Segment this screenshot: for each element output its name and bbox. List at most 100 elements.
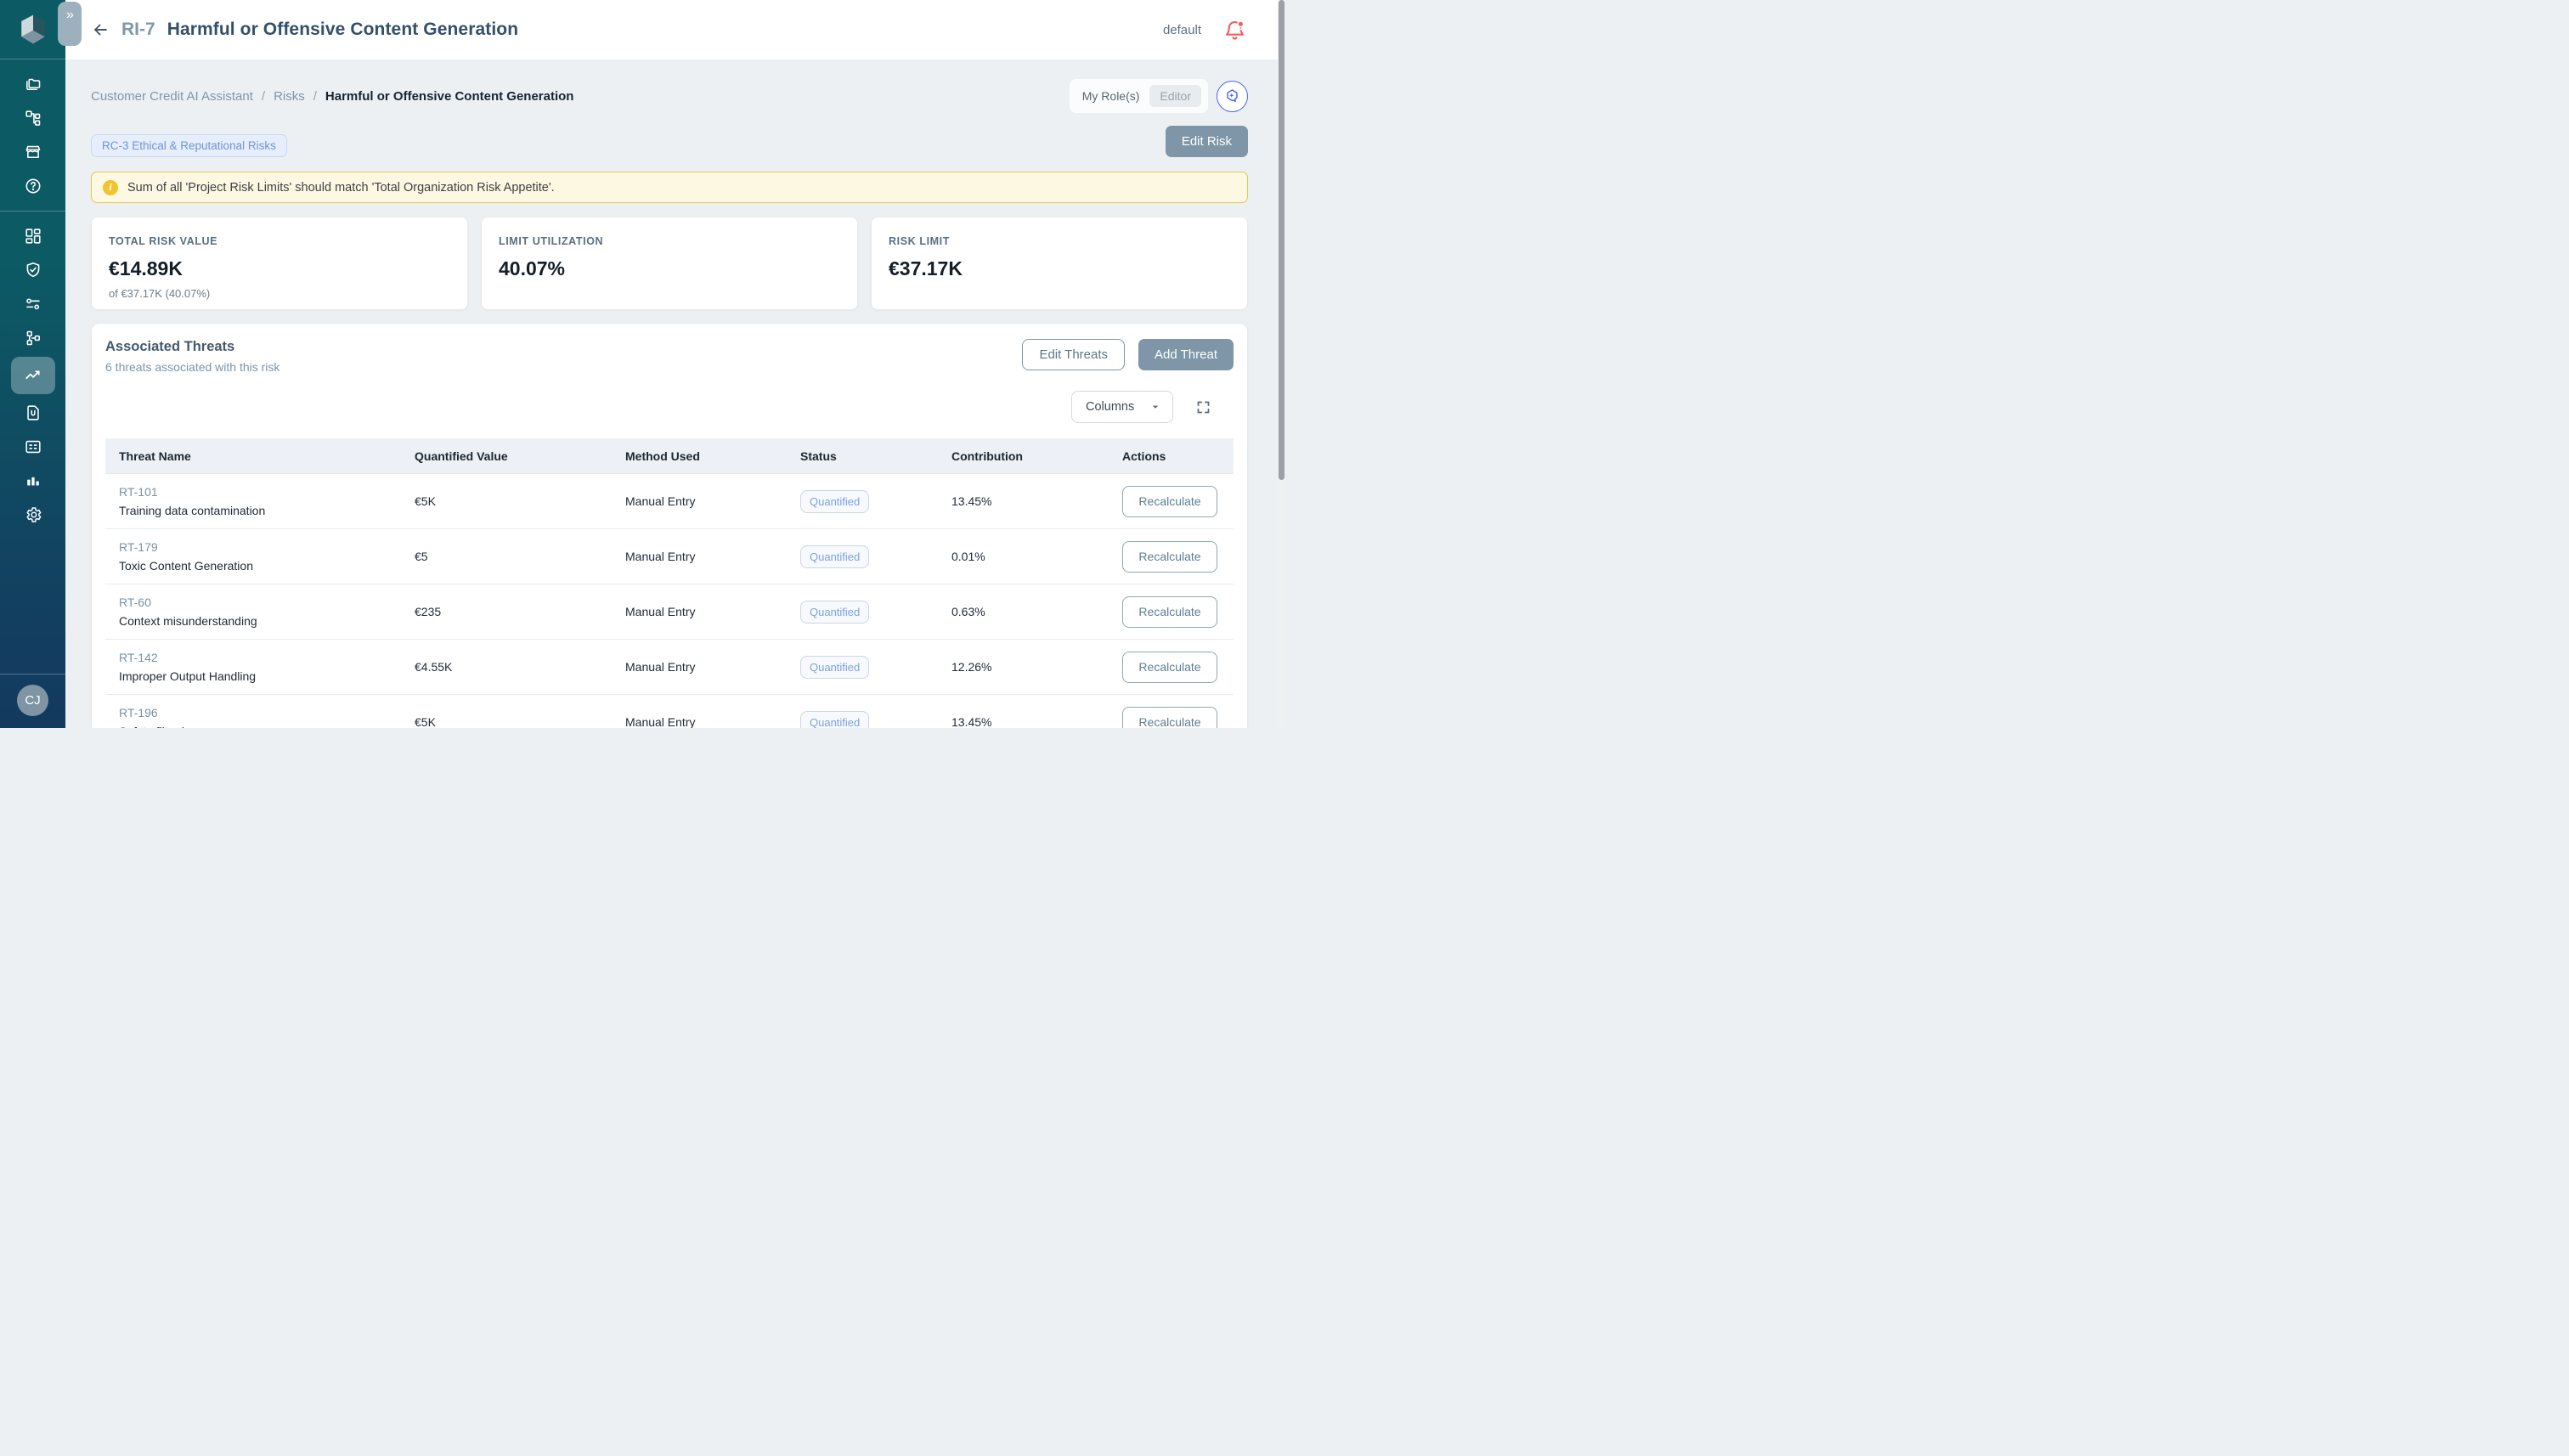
stat-subtext: of €37.17K (40.07%): [109, 287, 450, 300]
actions-cell: Recalculate: [1122, 707, 1234, 729]
sidebar-expand-button[interactable]: »: [58, 2, 82, 46]
threat-name-cell: RT-142 Improper Output Handling: [119, 648, 415, 686]
help-icon[interactable]: [12, 169, 54, 203]
storefront-icon[interactable]: [12, 135, 54, 169]
threat-name-cell: RT-196 Safety filter bypass: [119, 703, 415, 728]
threat-name: Training data contamination: [119, 501, 415, 520]
chevron-down-icon: [1150, 402, 1160, 412]
sliders-icon[interactable]: [12, 287, 54, 321]
actions-cell: Recalculate: [1122, 596, 1234, 628]
edit-risk-button[interactable]: Edit Risk: [1166, 126, 1248, 157]
threats-section-subtitle: 6 threats associated with this risk: [105, 360, 279, 374]
workflow-icon[interactable]: [12, 321, 54, 355]
my-roles-label: My Role(s): [1082, 89, 1140, 103]
threat-id-link[interactable]: RT-179: [119, 538, 415, 556]
threat-id-link[interactable]: RT-101: [119, 483, 415, 501]
stat-value: 40.07%: [499, 257, 840, 280]
threat-name: Improper Output Handling: [119, 667, 415, 686]
add-threat-button[interactable]: Add Threat: [1138, 339, 1234, 370]
threats-section-title: Associated Threats: [105, 339, 279, 355]
scrollbar-thumb[interactable]: [1279, 0, 1284, 480]
status-cell: Quantified: [800, 711, 951, 729]
avatar[interactable]: CJ: [17, 685, 48, 716]
status-cell: Quantified: [800, 601, 951, 624]
main-content: Customer Credit AI Assistant / Risks / H…: [65, 59, 1284, 728]
sidebar-group-top: [0, 59, 65, 211]
recalculate-button[interactable]: Recalculate: [1122, 652, 1217, 683]
contribution-cell: 12.26%: [951, 660, 1122, 674]
info-icon: i: [103, 180, 118, 195]
stat-label: RISK LIMIT: [889, 235, 1230, 247]
page-scrollbar[interactable]: [1278, 0, 1284, 728]
my-roles-pill: My Role(s) Editor: [1070, 79, 1208, 113]
columns-dropdown-label: Columns: [1086, 400, 1134, 414]
app-logo[interactable]: [0, 0, 65, 59]
org-chart-icon[interactable]: [12, 101, 54, 135]
bar-chart-icon[interactable]: [12, 464, 54, 498]
status-cell: Quantified: [800, 656, 951, 679]
settings-icon[interactable]: [12, 498, 54, 532]
arrow-left-icon: [91, 20, 110, 39]
stat-card-risk-limit: RISK LIMIT €37.17K: [871, 217, 1248, 310]
contribution-cell: 13.45%: [951, 715, 1122, 728]
threat-name-cell: RT-101 Training data contamination: [119, 483, 415, 520]
method-used-cell: Manual Entry: [625, 550, 800, 563]
table-row: RT-101 Training data contamination €5K M…: [105, 474, 1234, 529]
recalculate-button[interactable]: Recalculate: [1122, 541, 1217, 573]
role-badge: Editor: [1149, 85, 1201, 107]
contribution-cell: 0.01%: [951, 550, 1122, 563]
quantified-value-cell: €5K: [415, 494, 625, 508]
stat-value: €37.17K: [889, 257, 1230, 280]
stat-card-limit-utilization: LIMIT UTILIZATION 40.07%: [481, 217, 858, 310]
risk-category-tag[interactable]: RC-3 Ethical & Reputational Risks: [91, 134, 287, 157]
threat-name: Context misunderstanding: [119, 612, 415, 630]
threats-table-header: Threat Name Quantified Value Method Used…: [105, 438, 1234, 474]
columns-dropdown[interactable]: Columns: [1071, 391, 1173, 423]
table-icon[interactable]: [12, 430, 54, 464]
fullscreen-button[interactable]: [1196, 400, 1211, 415]
status-badge: Quantified: [800, 545, 869, 568]
actions-cell: Recalculate: [1122, 652, 1234, 683]
threat-id-link[interactable]: RT-142: [119, 648, 415, 667]
threat-id-link[interactable]: RT-60: [119, 593, 415, 612]
threat-id-link[interactable]: RT-196: [119, 703, 415, 722]
table-row: RT-179 Toxic Content Generation €5 Manua…: [105, 529, 1234, 584]
threats-table-body: RT-101 Training data contamination €5K M…: [105, 474, 1234, 728]
ai-assistant-button[interactable]: [1217, 81, 1248, 112]
workspace-selector[interactable]: default: [1163, 23, 1201, 37]
recalculate-button[interactable]: Recalculate: [1122, 707, 1217, 729]
table-row: RT-60 Context misunderstanding €235 Manu…: [105, 584, 1234, 640]
breadcrumb-separator: /: [313, 89, 317, 104]
shield-check-icon[interactable]: [12, 253, 54, 287]
method-used-cell: Manual Entry: [625, 660, 800, 674]
notifications-button[interactable]: [1223, 19, 1246, 42]
stat-value: €14.89K: [109, 257, 450, 280]
column-header-threat-name: Threat Name: [119, 449, 415, 463]
breadcrumb-project[interactable]: Customer Credit AI Assistant: [91, 89, 253, 104]
trending-up-icon[interactable]: [11, 357, 55, 394]
status-badge: Quantified: [800, 490, 869, 513]
recalculate-button[interactable]: Recalculate: [1122, 486, 1217, 517]
cube-logo-icon: [14, 11, 52, 48]
threat-name-cell: RT-60 Context misunderstanding: [119, 593, 415, 630]
edit-threats-button[interactable]: Edit Threats: [1022, 339, 1125, 370]
contribution-cell: 0.63%: [951, 605, 1122, 618]
status-cell: Quantified: [800, 545, 951, 568]
breadcrumb-risks[interactable]: Risks: [274, 89, 305, 104]
method-used-cell: Manual Entry: [625, 605, 800, 618]
sidebar: CJ: [0, 0, 65, 728]
quantified-value-cell: €235: [415, 605, 625, 618]
status-badge: Quantified: [800, 711, 869, 729]
recalculate-button[interactable]: Recalculate: [1122, 596, 1217, 628]
breadcrumb-current: Harmful or Offensive Content Generation: [325, 89, 574, 104]
document-clip-icon[interactable]: [12, 396, 54, 430]
back-button[interactable]: [91, 20, 110, 39]
column-header-method-used: Method Used: [625, 449, 800, 463]
folders-icon[interactable]: [12, 67, 54, 101]
page-title: Harmful or Offensive Content Generation: [167, 20, 518, 40]
quantified-value-cell: €4.55K: [415, 660, 625, 674]
threat-name: Toxic Content Generation: [119, 556, 415, 575]
quantified-value-cell: €5K: [415, 715, 625, 728]
method-used-cell: Manual Entry: [625, 494, 800, 508]
dashboard-icon[interactable]: [12, 219, 54, 253]
